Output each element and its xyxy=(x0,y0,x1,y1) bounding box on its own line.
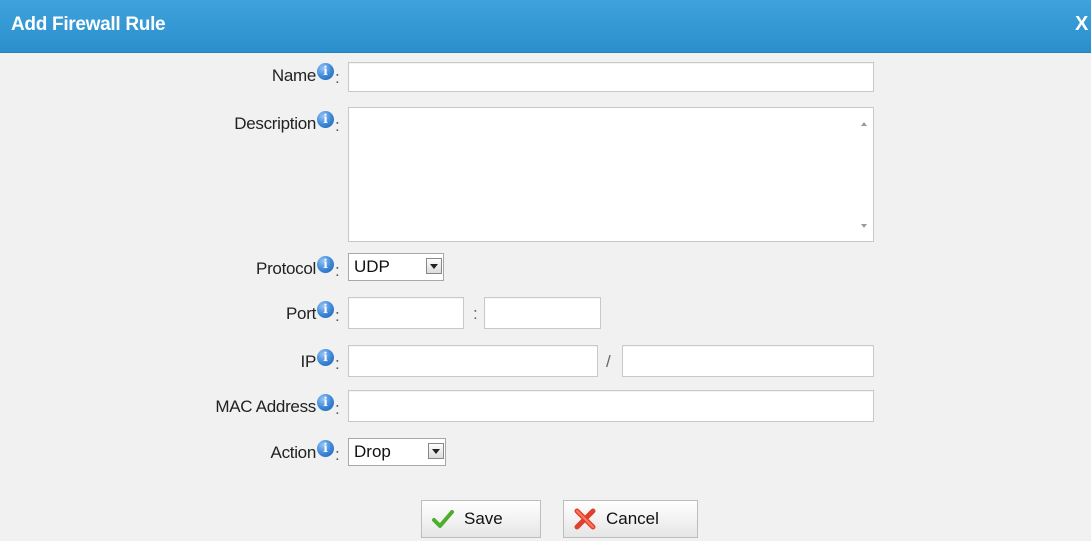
chevron-down-icon[interactable] xyxy=(426,258,442,274)
port-label: Port i xyxy=(286,300,334,324)
port-end-input[interactable] xyxy=(484,297,601,329)
ip-separator: / xyxy=(606,352,611,371)
firewall-rule-form: Name i : Description i : Protocol i : UD… xyxy=(0,52,1091,541)
name-input[interactable] xyxy=(348,62,874,92)
mac-label: MAC Address i xyxy=(215,393,334,417)
ip-mask-input[interactable] xyxy=(622,345,874,377)
port-start-input[interactable] xyxy=(348,297,464,329)
textarea-scrollbar[interactable] xyxy=(855,108,873,241)
protocol-select[interactable]: UDP xyxy=(348,253,444,281)
cancel-button[interactable]: Cancel xyxy=(563,500,698,538)
info-icon[interactable]: i xyxy=(317,110,334,128)
description-label: Description i xyxy=(234,110,334,134)
info-icon[interactable]: i xyxy=(317,62,334,80)
dialog-title: Add Firewall Rule xyxy=(11,14,166,35)
port-separator: : xyxy=(473,304,478,323)
chevron-down-icon[interactable] xyxy=(428,443,444,459)
cancel-x-icon xyxy=(574,508,596,530)
ip-address-input[interactable] xyxy=(348,345,598,377)
action-label: Action i xyxy=(271,439,334,463)
cancel-button-label: Cancel xyxy=(606,509,659,528)
action-selected-value: Drop xyxy=(354,442,391,461)
info-icon[interactable]: i xyxy=(317,255,334,273)
scroll-up-icon[interactable] xyxy=(861,122,867,126)
save-button-label: Save xyxy=(464,509,503,528)
info-icon[interactable]: i xyxy=(317,300,334,318)
save-button[interactable]: Save xyxy=(421,500,541,538)
close-icon[interactable]: X xyxy=(1075,13,1088,36)
info-icon[interactable]: i xyxy=(317,439,334,457)
mac-address-input[interactable] xyxy=(348,390,874,422)
info-icon[interactable]: i xyxy=(317,393,334,411)
action-select[interactable]: Drop xyxy=(348,438,446,466)
checkmark-icon xyxy=(432,510,454,528)
name-label: Name i xyxy=(272,62,334,86)
protocol-selected-value: UDP xyxy=(354,257,390,276)
protocol-label: Protocol i xyxy=(256,255,334,279)
dialog-titlebar: Add Firewall Rule X xyxy=(0,0,1091,53)
info-icon[interactable]: i xyxy=(317,348,334,366)
scroll-down-icon[interactable] xyxy=(861,224,867,228)
description-textarea[interactable] xyxy=(348,107,874,242)
ip-label: IP i xyxy=(301,348,334,372)
